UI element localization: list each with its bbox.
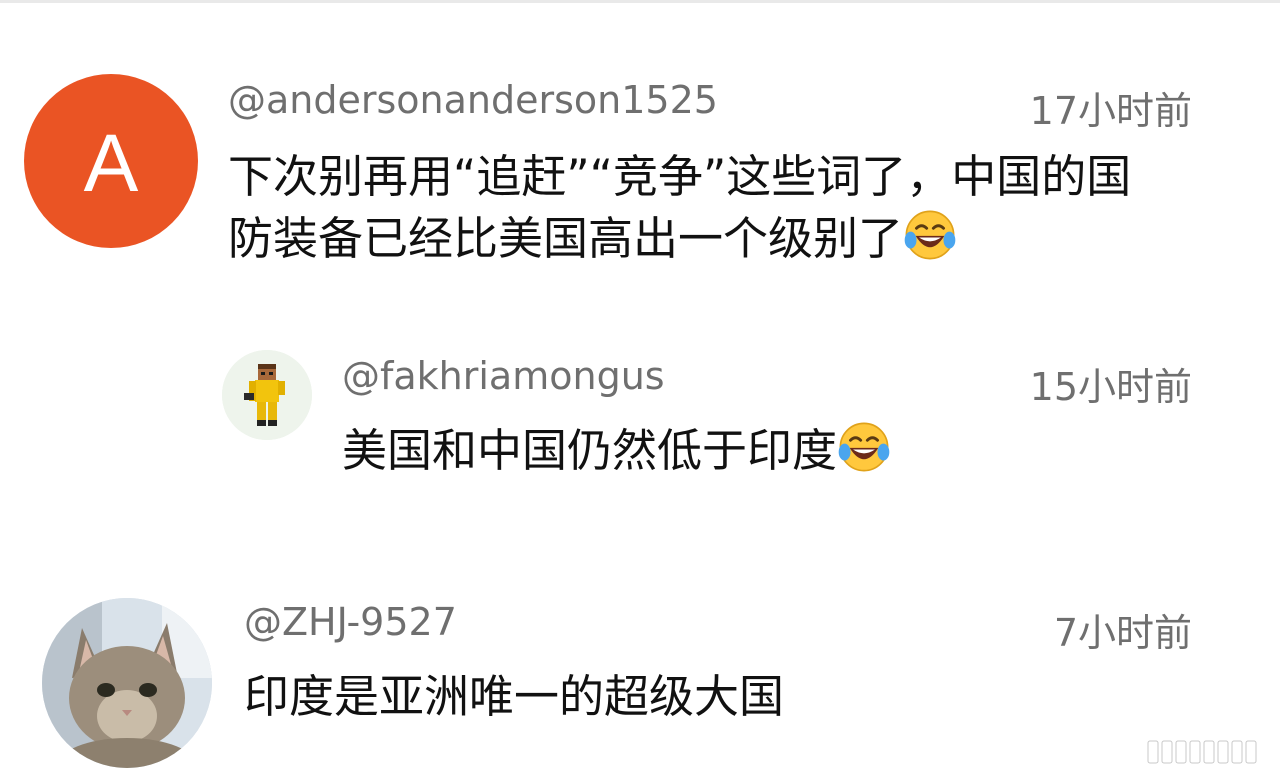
comment-1: A @andersonanderson1525 17小时前 下次别再用“追赶”“… (0, 0, 1280, 300)
user-avatar[interactable]: A (24, 74, 198, 248)
comment-text-line: 下次别再用“追赶”“竞争”这些词了，中国的国 (228, 150, 1132, 203)
comment-text: 印度是亚洲唯一的超级大国 (244, 670, 785, 723)
comment-text-line: 防装备已经比美国高出一个级别了 (228, 208, 1228, 270)
laughing-tears-icon (904, 210, 956, 260)
laughing-tears-icon (838, 422, 890, 472)
comment-text: 美国和中国仍然低于印度 (342, 420, 1222, 482)
comment-2: @fakhriamongus 15小时前 美国和中国仍然低于印度 (0, 330, 1280, 510)
cat-icon (42, 598, 212, 768)
comment-timestamp: 15小时前 (1029, 365, 1192, 409)
comment-username[interactable]: @andersonanderson1525 (228, 78, 718, 122)
comment-text: 下次别再用“追赶”“竞争”这些词了，中国的国 防装备已经比美国高出一个级别了 (228, 146, 1228, 270)
comment-username[interactable]: @ZHJ-9527 (244, 600, 457, 644)
user-avatar[interactable] (222, 350, 312, 440)
watermark-icon (1147, 740, 1257, 764)
comment-timestamp: 17小时前 (1029, 89, 1192, 133)
minecraft-character-icon (222, 350, 312, 440)
avatar-letter: A (83, 118, 139, 209)
user-avatar[interactable] (42, 598, 212, 768)
comment-username[interactable]: @fakhriamongus (342, 354, 665, 398)
comment-timestamp: 7小时前 (1053, 611, 1192, 655)
comment-3: @ZHJ-9527 7小时前 印度是亚洲唯一的超级大国 (0, 580, 1280, 777)
